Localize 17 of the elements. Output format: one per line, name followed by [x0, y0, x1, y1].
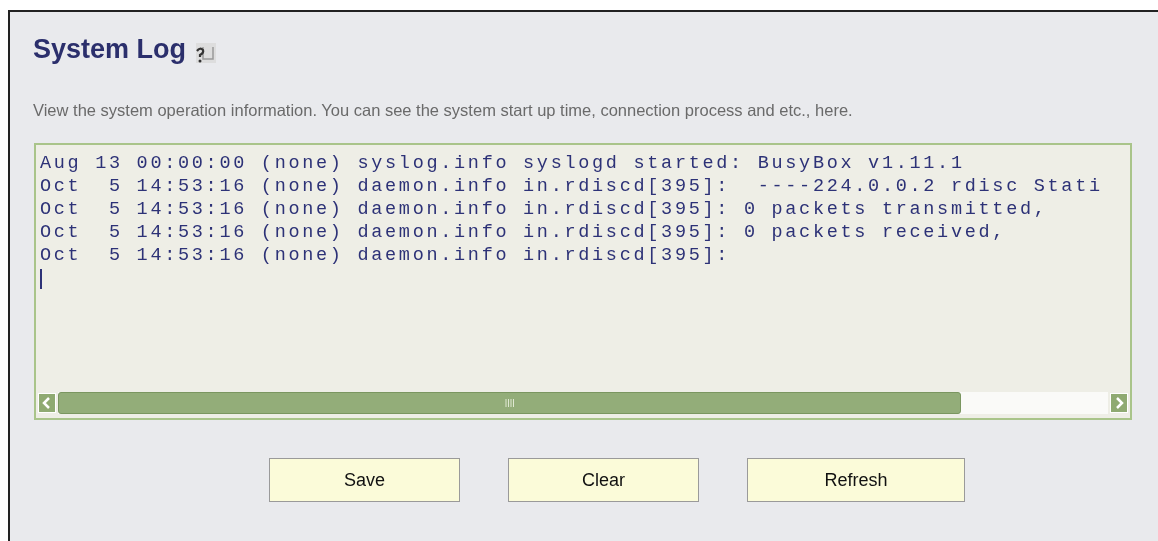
scroll-right-button[interactable] [1110, 393, 1128, 413]
chevron-right-icon [1114, 397, 1124, 409]
scroll-left-button[interactable] [38, 393, 56, 413]
log-line: Oct 5 14:53:16 (none) daemon.info in.rdiscd[395]: 0 packets received, [40, 221, 1007, 244]
log-line: Oct 5 14:53:16 (none) daemon.info in.rdiscd[395]: ----224.0.0.2 rdisc Stati [40, 175, 1103, 198]
text-cursor [40, 269, 42, 289]
page-title: System Log [33, 34, 187, 65]
chevron-left-icon [42, 397, 52, 409]
grip-icon [504, 399, 515, 407]
action-button[interactable]: Refresh [747, 458, 965, 502]
description-text: View the system operation information. You can see the system start up time, connection process and etc., here. [33, 101, 854, 120]
action-button[interactable]: Save [269, 458, 460, 502]
log-textarea[interactable] [34, 143, 1132, 420]
log-line: Oct 5 14:53:16 (none) daemon.info in.rdiscd[395]: 0 packets transmitted, [40, 198, 1048, 221]
log-line: Aug 13 00:00:00 (none) syslog.info syslogd started: BusyBox v1.11.1 [40, 152, 965, 175]
action-button[interactable]: Clear [508, 458, 699, 502]
log-line: Oct 5 14:53:16 (none) daemon.info in.rdiscd[395]: [40, 244, 731, 267]
